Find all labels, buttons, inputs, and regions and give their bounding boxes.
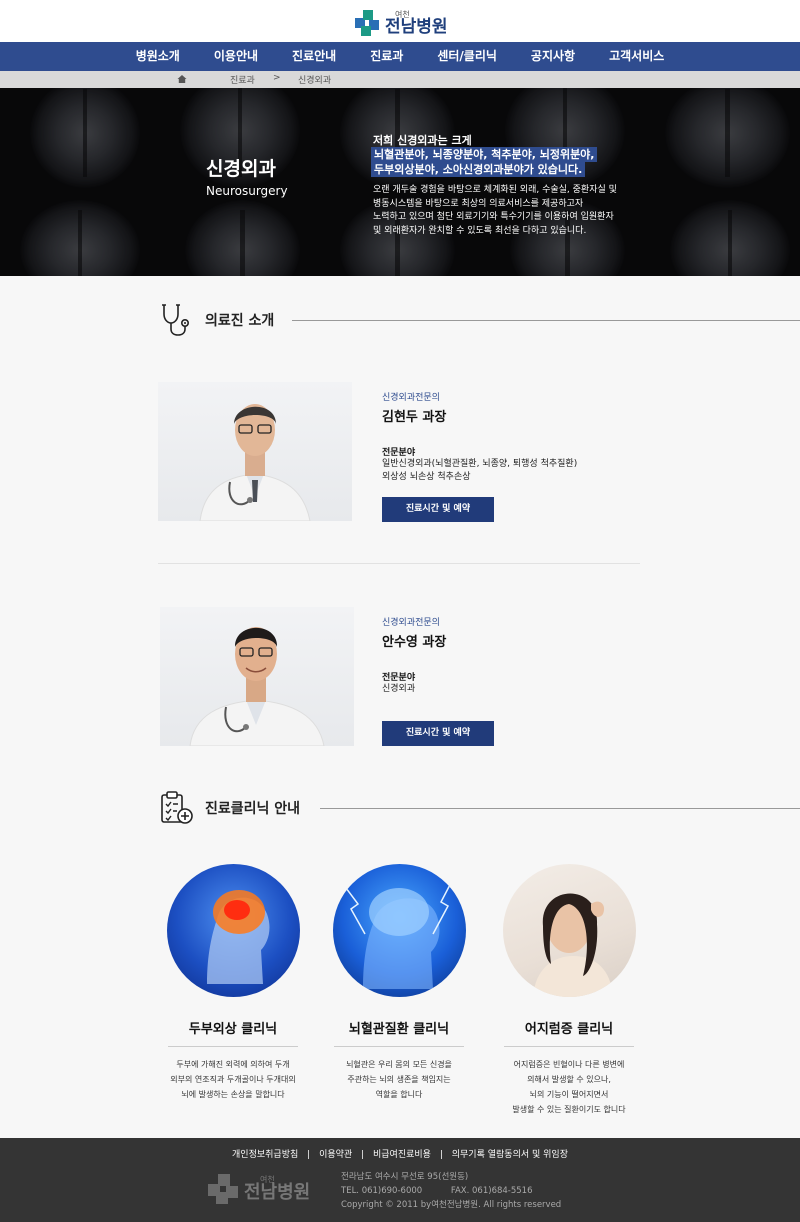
clinic-description-line: 의해서 발생할 수 있으나, bbox=[527, 1075, 611, 1084]
footer-logo-title: 전남병원 bbox=[244, 1182, 311, 1203]
doctor-field-label: 전문분야 bbox=[382, 673, 416, 683]
footer-separator: | bbox=[361, 1150, 365, 1160]
home-icon[interactable] bbox=[177, 74, 187, 84]
main-nav: 병원소개 이용안내 진료안내 진료과 센터/클리닉 공지사항 고객서비스 bbox=[0, 42, 800, 71]
clinic-description-line: 주관하는 뇌의 생존을 책임지는 bbox=[347, 1075, 451, 1084]
breadcrumb: 진료과 > 신경외과 bbox=[0, 71, 800, 88]
clinic-description-line: 외부의 연조직과 두개골이나 두개대의 bbox=[170, 1075, 296, 1084]
hero-description-line: 노력하고 있으며 첨단 외료기기와 특수기기를 이용하여 입원환자 bbox=[373, 212, 614, 222]
doctor-specialty: 신경외과전문의 bbox=[382, 618, 440, 628]
hero-description-line: 병동시스템을 바탕으로 최상의 의료서비스를 제공하고자 bbox=[373, 198, 584, 209]
nav-item-departments[interactable]: 진료과 bbox=[353, 42, 420, 71]
nav-item-guide[interactable]: 이용안내 bbox=[197, 42, 275, 71]
clinic-section-title: 진료클리닉 안내 bbox=[205, 801, 301, 817]
stethoscope-icon bbox=[162, 304, 189, 336]
footer-fax: FAX. 061)684-5516 bbox=[450, 1186, 533, 1196]
doctor-name: 안수영 과장 bbox=[382, 635, 447, 650]
footer-link-records[interactable]: 의무기록 열람동의서 및 위임장 bbox=[452, 1150, 568, 1160]
footer-copyright: Copyright © 2011 by여천전남병원. All rights re… bbox=[341, 1200, 562, 1210]
footer-info: 전라남도 여수시 무선로 95(선원동) TEL. 061)690-6000 F… bbox=[341, 1170, 561, 1212]
clinic-description-line: 두부에 가해진 외력에 의하여 두개 bbox=[176, 1060, 290, 1069]
footer-logo: 여천 전남병원 bbox=[208, 1174, 310, 1204]
clinic-title: 뇌혈관질환 클리닉 bbox=[348, 1022, 450, 1037]
site-header: 여천 전남병원 bbox=[0, 0, 800, 42]
doctor-field-line: 외상성 뇌손상 척추손상 bbox=[382, 472, 471, 482]
clinic-title: 두부외상 클리닉 bbox=[188, 1022, 278, 1037]
footer-links: 개인정보취급방침 | 이용약관 | 비급여진료비용 | 의무기록 열람동의서 및… bbox=[0, 1147, 800, 1160]
clinic-section-heading: 진료클리닉 안내 bbox=[158, 790, 300, 826]
logo-cross-icon bbox=[355, 10, 379, 36]
doctor-field-label: 전문분야 bbox=[382, 448, 416, 458]
hero-description-line: 및 외래환자가 완치할 수 있도록 최선을 다하고 있습니다. bbox=[373, 225, 587, 236]
logo-cross-icon bbox=[208, 1174, 238, 1204]
nav-item-treatment-guide[interactable]: 진료안내 bbox=[275, 42, 353, 71]
doctor-field-line: 신경외과 bbox=[382, 684, 416, 694]
breadcrumb-departments[interactable]: 진료과 bbox=[230, 73, 255, 86]
footer-tel: TEL. 061)690-6000 bbox=[341, 1186, 423, 1196]
hero-highlight-line: 두부외상분야, 소아신경외과분야가 있습니다. bbox=[371, 162, 586, 177]
doctor-specialty: 신경외과전문의 bbox=[382, 393, 440, 403]
footer-link-privacy[interactable]: 개인정보취급방침 bbox=[232, 1150, 298, 1160]
nav-item-centers[interactable]: 센터/클리닉 bbox=[420, 42, 514, 71]
clinic-description-line: 역할을 합니다 bbox=[375, 1090, 423, 1099]
hero-description: 오랜 개두술 경험을 바탕으로 체계화된 외래, 수술실, 중환자실 및 병동시… bbox=[373, 184, 663, 238]
hero-highlight-line: 뇌혈관분야, 뇌종양분야, 척추분야, 뇌정위분야, bbox=[371, 147, 598, 162]
clinic-card[interactable]: 어지럼증 클리닉 어지럼증은 빈혈이나 다른 병변에 의해서 발생할 수 있으나… bbox=[484, 864, 654, 1117]
clinic-description-line: 뇌혈관은 우리 몸의 모든 신경을 bbox=[346, 1060, 452, 1069]
hero-title: 신경외과 bbox=[206, 158, 276, 180]
hero-banner: 신경외과 Neurosurgery 저희 신경외과는 크게 뇌혈관분야, 뇌종양… bbox=[0, 88, 800, 276]
head-injury-image bbox=[166, 864, 300, 997]
doctor-info: 신경외과전문의 안수영 과장 전문분야 신경외과 bbox=[382, 615, 446, 696]
doctor-name: 김현두 과장 bbox=[382, 410, 447, 425]
section-divider bbox=[320, 808, 800, 809]
footer-separator: | bbox=[439, 1150, 443, 1160]
doctor-field-line: 일반신경외과(뇌혈관질환, 뇌종양, 퇴행성 척추질환) bbox=[382, 459, 578, 469]
cerebrovascular-image bbox=[332, 864, 466, 997]
schedule-reservation-button[interactable]: 진료시간 및 예약 bbox=[382, 721, 494, 746]
clinic-description: 어지럼증은 빈혈이나 다른 병변에 의해서 발생할 수 있으나, 뇌의 기능이 … bbox=[484, 1057, 654, 1117]
clinic-card[interactable]: 두부외상 클리닉 두부에 가해진 외력에 의하여 두개 외부의 연조직과 두개골… bbox=[148, 864, 318, 1102]
doctor-photo bbox=[160, 607, 354, 746]
nav-item-about[interactable]: 병원소개 bbox=[119, 42, 197, 71]
site-footer: 개인정보취급방침 | 이용약관 | 비급여진료비용 | 의무기록 열람동의서 및… bbox=[0, 1138, 800, 1222]
clinic-description: 두부에 가해진 외력에 의하여 두개 외부의 연조직과 두개골이나 두개대의 뇌… bbox=[148, 1057, 318, 1102]
clinic-description-line: 발생할 수 있는 질환이기도 합니다 bbox=[512, 1105, 626, 1114]
hero-description-line: 오랜 개두술 경험을 바탕으로 체계화된 외래, 수술실, 중환자실 및 bbox=[373, 185, 617, 195]
logo-title: 전남병원 bbox=[385, 16, 448, 37]
nav-item-customer-service[interactable]: 고객서비스 bbox=[592, 42, 681, 71]
clipboard-icon bbox=[161, 791, 193, 824]
footer-contact: TEL. 061)690-6000 FAX. 061)684-5516 bbox=[341, 1184, 561, 1198]
staff-section-title: 의료진 소개 bbox=[205, 313, 275, 329]
breadcrumb-current: 신경외과 bbox=[298, 76, 332, 86]
doctor-divider bbox=[158, 563, 640, 564]
doctor-photo bbox=[158, 382, 352, 521]
clinic-description-line: 뇌의 기능이 떨어지면서 bbox=[529, 1090, 609, 1099]
breadcrumb-chevron-icon: > bbox=[273, 73, 281, 83]
schedule-reservation-button[interactable]: 진료시간 및 예약 bbox=[382, 497, 494, 522]
clinic-description-line: 뇌에 발생하는 손상을 말합니다 bbox=[181, 1090, 285, 1099]
footer-address: 전라남도 여수시 무선로 95(선원동) bbox=[341, 1172, 469, 1182]
nav-item-notices[interactable]: 공지사항 bbox=[514, 42, 592, 71]
hospital-logo[interactable]: 여천 전남병원 bbox=[355, 8, 455, 38]
hero-subtitle: Neurosurgery bbox=[206, 184, 288, 198]
clinic-card[interactable]: 뇌혈관질환 클리닉 뇌혈관은 우리 몸의 모든 신경을 주관하는 뇌의 생존을 … bbox=[314, 864, 484, 1102]
footer-link-fees[interactable]: 비급여진료비용 bbox=[373, 1150, 431, 1160]
doctor-info: 신경외과전문의 김현두 과장 전문분야 일반신경외과(뇌혈관질환, 뇌종양, 퇴… bbox=[382, 390, 577, 484]
footer-link-terms[interactable]: 이용약관 bbox=[319, 1150, 352, 1160]
hero-lead: 저희 신경외과는 크게 bbox=[373, 134, 472, 147]
clinic-description: 뇌혈관은 우리 몸의 모든 신경을 주관하는 뇌의 생존을 책임지는 역할을 합… bbox=[314, 1057, 484, 1102]
footer-separator: | bbox=[307, 1150, 311, 1160]
clinic-title: 어지럼증 클리닉 bbox=[524, 1022, 614, 1037]
clinic-description-line: 어지럼증은 빈혈이나 다른 병변에 bbox=[513, 1060, 625, 1069]
section-divider bbox=[292, 320, 800, 321]
staff-section-heading: 의료진 소개 bbox=[158, 302, 274, 338]
dizziness-image bbox=[502, 864, 636, 997]
